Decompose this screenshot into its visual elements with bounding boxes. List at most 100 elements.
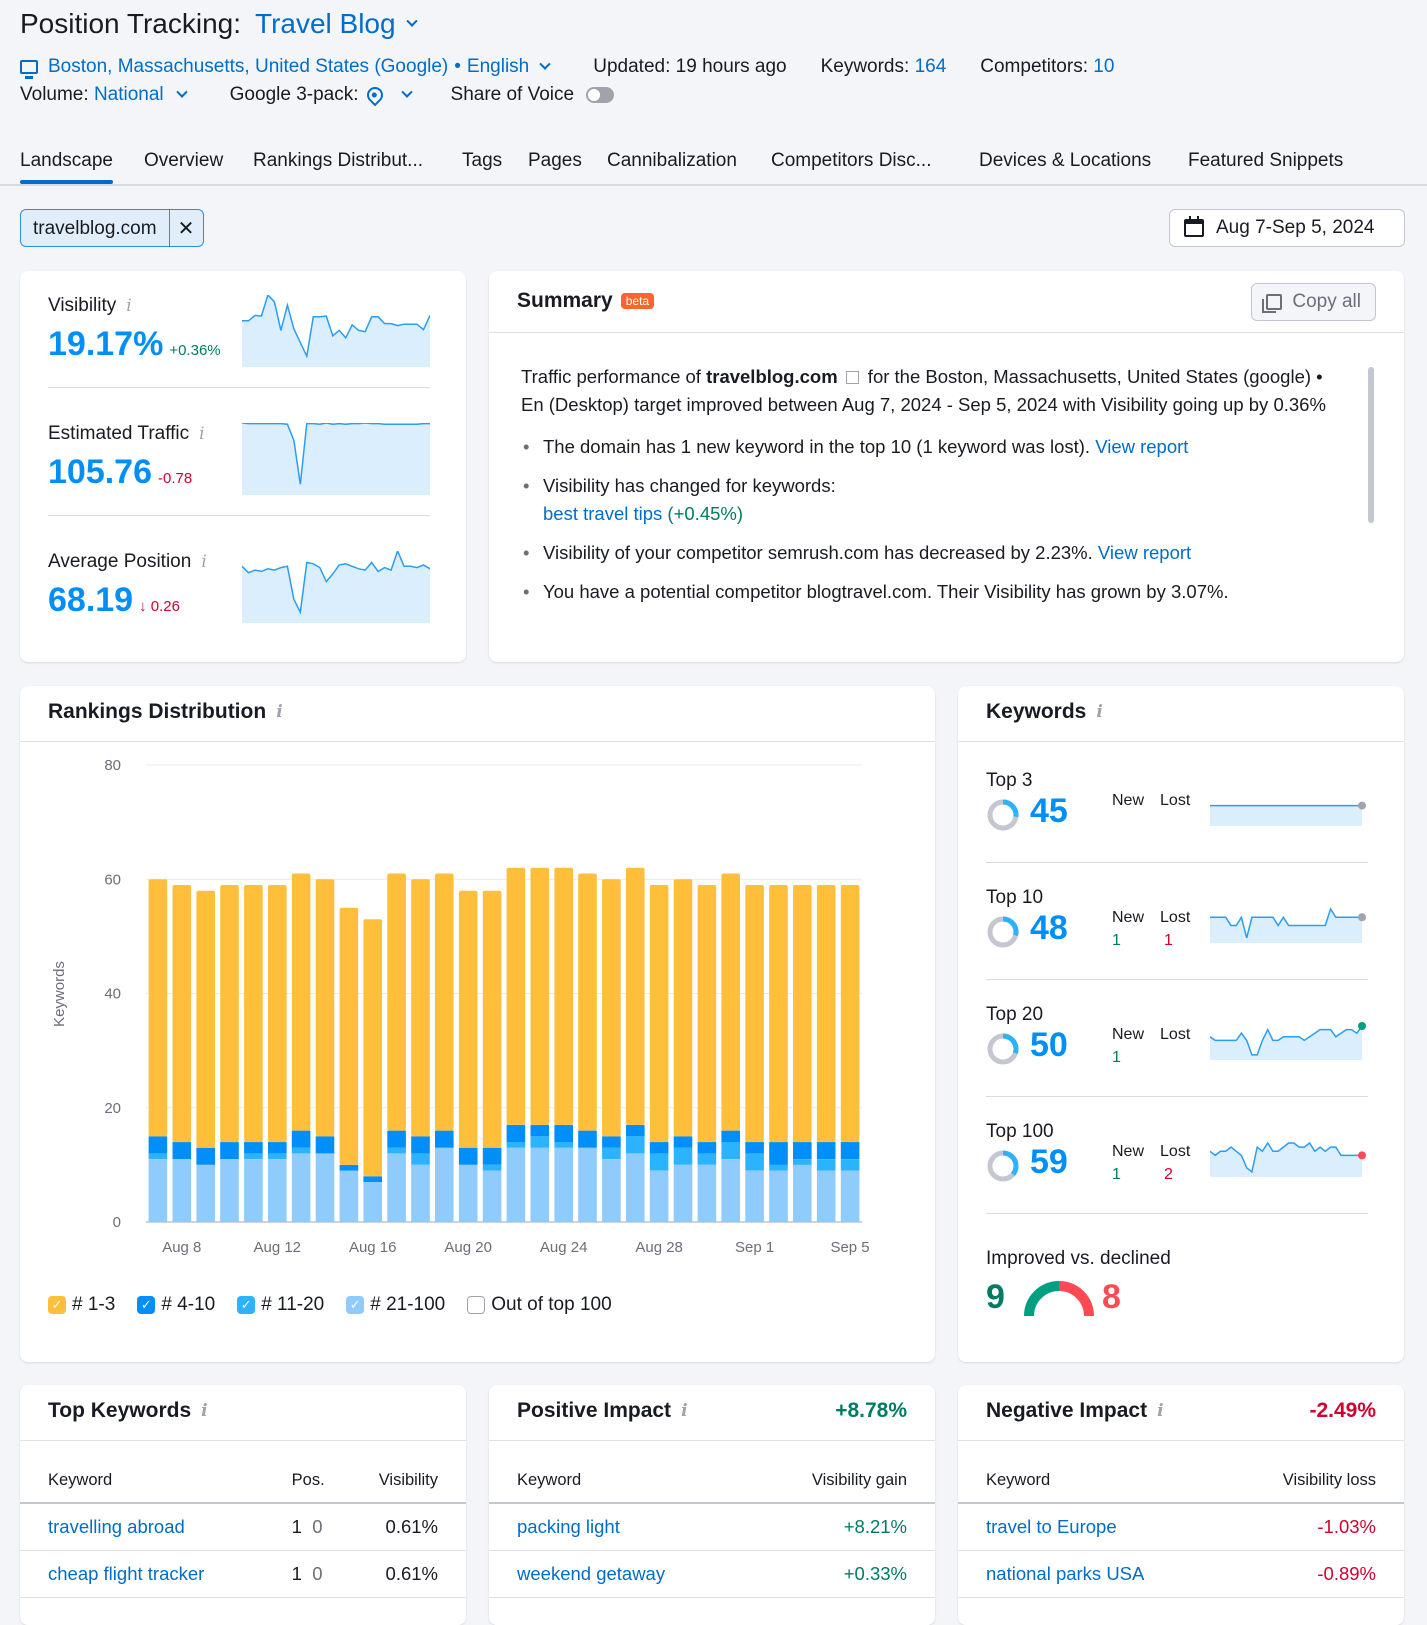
column-header[interactable]: Keyword <box>20 1471 264 1504</box>
location-selector[interactable]: Boston, Massachusetts, United States (Go… <box>20 56 551 79</box>
tab-rankings-distribut[interactable]: Rankings Distribut... <box>253 150 423 172</box>
bar-aug-20[interactable] <box>458 890 478 1222</box>
group-sparkline <box>1210 1022 1366 1060</box>
bar-segment-4-10 <box>602 1136 621 1148</box>
bar-aug-28[interactable] <box>649 885 669 1222</box>
bar-segment-1-3 <box>148 879 168 1137</box>
bar-aug-17[interactable] <box>387 873 406 1223</box>
bar-aug-7[interactable] <box>148 879 168 1222</box>
remove-filter-button[interactable]: ✕ <box>168 210 203 246</box>
keyword-link[interactable]: travelling abroad <box>48 1516 185 1537</box>
bar-aug-18[interactable] <box>411 879 430 1222</box>
keywords-count[interactable]: Keywords: 164 <box>821 56 947 78</box>
keyword-group-top-10[interactable]: Top 10 48 New Lost 1 1 <box>986 887 1368 977</box>
tab-cannibalization[interactable]: Cannibalization <box>607 150 737 172</box>
info-icon[interactable]: i <box>126 296 131 316</box>
metric-delta: +0.36% <box>169 342 221 359</box>
legend-item-out-of-top-100[interactable]: Out of top 100 <box>467 1294 612 1316</box>
keyword-group-top-20[interactable]: Top 20 50 New Lost 1 <box>986 1004 1368 1094</box>
bar-aug-15[interactable] <box>339 907 359 1222</box>
bar-segment-11-20 <box>411 1153 430 1165</box>
legend-item-1-3[interactable]: ✓ # 1-3 <box>48 1294 115 1316</box>
column-header[interactable]: Visibility gain <box>745 1471 935 1504</box>
external-link-icon[interactable] <box>845 371 859 384</box>
column-header[interactable]: Visibility <box>333 1471 466 1504</box>
bar-segment-21-100 <box>721 1159 740 1222</box>
share-of-voice-toggle[interactable] <box>586 87 615 103</box>
bar-aug-12[interactable] <box>268 885 287 1222</box>
view-report-link[interactable]: View report <box>1095 436 1188 457</box>
bar-aug-22[interactable] <box>506 867 526 1222</box>
bar-aug-16[interactable] <box>363 919 382 1222</box>
info-icon[interactable]: i <box>1157 1401 1163 1421</box>
bar-aug-30[interactable] <box>697 885 717 1222</box>
keyword-link[interactable]: best travel tips <box>543 503 662 524</box>
info-icon[interactable]: i <box>199 424 204 444</box>
view-report-link[interactable]: View report <box>1098 542 1191 563</box>
x-tick-label: Aug 8 <box>162 1239 201 1256</box>
summary-title: Summary beta <box>517 289 655 313</box>
bar-aug-13[interactable] <box>291 873 311 1223</box>
bar-aug-8[interactable] <box>172 885 192 1222</box>
tab-pages[interactable]: Pages <box>528 150 582 172</box>
bar-segment-4-10 <box>411 1136 430 1154</box>
column-header[interactable]: Keyword <box>958 1471 1221 1504</box>
info-icon[interactable]: i <box>201 552 206 572</box>
tab-landscape[interactable]: Landscape <box>20 150 113 184</box>
bar-aug-27[interactable] <box>626 867 645 1222</box>
keyword-link[interactable]: national parks USA <box>986 1563 1144 1584</box>
keyword-group-top-100[interactable]: Top 100 59 New Lost 1 2 <box>986 1121 1368 1211</box>
tab-overview[interactable]: Overview <box>144 150 223 172</box>
bar-sep-5[interactable] <box>840 885 860 1222</box>
bar-segment-4-10 <box>291 1130 311 1148</box>
info-icon[interactable]: i <box>681 1401 687 1421</box>
bar-aug-10[interactable] <box>220 885 239 1222</box>
divider <box>986 1213 1368 1214</box>
bar-sep-1[interactable] <box>745 885 764 1222</box>
bar-sep-2[interactable] <box>769 885 788 1222</box>
legend-item-4-10[interactable]: ✓ # 4-10 <box>137 1294 215 1316</box>
bar-sep-3[interactable] <box>793 885 812 1222</box>
info-icon[interactable]: i <box>1096 702 1102 722</box>
x-tick-label: Aug 28 <box>635 1239 683 1256</box>
bar-segment-1-3 <box>578 873 597 1131</box>
bar-aug-21[interactable] <box>482 890 502 1222</box>
bar-sep-4[interactable] <box>816 885 836 1222</box>
keyword-link[interactable]: packing light <box>517 1516 620 1537</box>
date-range-button[interactable]: Aug 7-Sep 5, 2024 <box>1169 209 1405 247</box>
legend-item-21-100[interactable]: ✓ # 21-100 <box>346 1294 445 1316</box>
keyword-link[interactable]: cheap flight tracker <box>48 1563 204 1584</box>
bar-aug-26[interactable] <box>602 879 621 1222</box>
info-icon[interactable]: i <box>201 1401 207 1421</box>
project-selector[interactable]: Travel Blog <box>255 8 418 40</box>
bar-aug-29[interactable] <box>673 879 693 1222</box>
tab-devices-locations[interactable]: Devices & Locations <box>979 150 1151 172</box>
info-icon[interactable]: i <box>276 702 282 722</box>
x-tick-label: Aug 12 <box>253 1239 301 1256</box>
bar-aug-25[interactable] <box>578 873 597 1223</box>
bar-aug-24[interactable] <box>554 867 573 1222</box>
volume-selector[interactable]: Volume: National <box>20 84 188 106</box>
google-3pack-selector[interactable]: Google 3-pack: <box>230 83 413 107</box>
bar-aug-14[interactable] <box>315 879 335 1222</box>
bar-aug-19[interactable] <box>435 873 454 1223</box>
bar-aug-11[interactable] <box>244 885 263 1222</box>
column-header[interactable]: Visibility loss <box>1220 1471 1404 1504</box>
keyword-link[interactable]: travel to Europe <box>986 1516 1117 1537</box>
bar-segment-4-10 <box>769 1142 788 1165</box>
copy-all-button[interactable]: Copy all <box>1251 283 1376 321</box>
bar-aug-31[interactable] <box>721 873 740 1223</box>
keyword-link[interactable]: weekend getaway <box>517 1563 665 1584</box>
column-header[interactable]: Pos. <box>263 1471 334 1504</box>
keyword-group-top-3[interactable]: Top 3 45 New Lost <box>986 770 1368 860</box>
bar-aug-23[interactable] <box>530 867 550 1222</box>
tab-competitors-disc[interactable]: Competitors Disc... <box>771 150 931 172</box>
tab-featured-snippets[interactable]: Featured Snippets <box>1188 150 1343 172</box>
summary-scrollbar[interactable] <box>1368 367 1374 523</box>
legend-item-11-20[interactable]: ✓ # 11-20 <box>237 1294 324 1316</box>
competitors-count[interactable]: Competitors: 10 <box>980 56 1114 78</box>
bar-segment-11-20 <box>769 1164 788 1171</box>
tab-tags[interactable]: Tags <box>462 150 502 172</box>
bar-aug-9[interactable] <box>196 890 215 1222</box>
column-header[interactable]: Keyword <box>489 1471 746 1504</box>
